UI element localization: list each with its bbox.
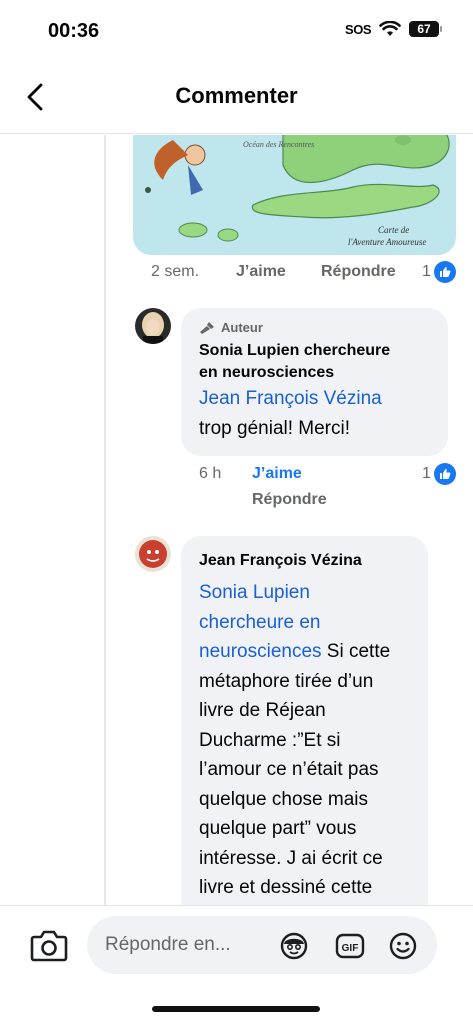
map-caption-line1: Carte de [378, 225, 409, 235]
comment-line: métaphore tirée d’un [199, 670, 374, 692]
map-caption-line2: l'Aventure Amoureuse [348, 237, 426, 247]
microphone-icon [200, 321, 214, 334]
author-badge: Auteur [199, 320, 430, 335]
reply-input-placeholder: Répondre en... [105, 934, 231, 955]
comments-thread: Océan des Rencontres Carte de l'Aventure… [0, 135, 473, 905]
comment-line: intéresse. J ai écrit ce [199, 847, 383, 869]
comment-bubble: Auteur Sonia Lupien chercheure en neuros… [181, 308, 448, 456]
svg-text:GIF: GIF [342, 943, 359, 954]
comment-actions: 6 h J’aime Répondre [0, 465, 473, 515]
avatar-sticker-icon[interactable] [279, 931, 309, 961]
comment-actions: 2 sem. J’aime Répondre [0, 263, 473, 287]
sos-indicator: SOS [345, 21, 371, 37]
author-name-line1: Sonia Lupien chercheure [199, 342, 391, 359]
wifi-icon [379, 21, 401, 36]
thumbs-up-icon [433, 261, 456, 283]
status-time: 00:36 [48, 20, 100, 42]
reaction-summary[interactable]: 1 [422, 261, 456, 283]
comment-composer: Répondre en... GIF [0, 905, 473, 1023]
emoji-icon[interactable] [388, 931, 418, 961]
reply-input[interactable]: Répondre en... GIF [87, 916, 437, 974]
battery-icon: 67 [409, 21, 442, 37]
avatar[interactable] [135, 536, 171, 572]
thread-line [104, 135, 106, 905]
comment-line: quelque part” vous [199, 818, 357, 839]
like-button[interactable]: J’aime [236, 263, 286, 281]
comment-line: quelque chose mais [199, 788, 368, 810]
header: Commenter [0, 60, 473, 134]
mention-line-1[interactable]: Sonia Lupien [199, 578, 410, 608]
comment-time: 2 sem. [151, 263, 200, 280]
comment-author-name[interactable]: Sonia Lupien chercheure en neurosciences [199, 340, 430, 384]
home-indicator [152, 1006, 320, 1012]
gif-icon[interactable]: GIF [335, 931, 365, 961]
map-illustration: Océan des Rencontres Carte de l'Aventure… [133, 135, 456, 255]
comment-line: livre et dessiné cette [199, 877, 373, 898]
comment-time: 6 h [199, 465, 222, 482]
author-name-line2: en neurosciences [199, 364, 335, 381]
reaction-summary[interactable]: 1 [422, 463, 456, 485]
comment-line: l’amour ce n’était pas [199, 759, 379, 780]
reaction-count: 1 [422, 263, 431, 280]
status-icons: SOS 67 [345, 21, 442, 37]
comment-body: trop génial! Merci! [199, 417, 351, 439]
comment-bubble: Jean François Vézina Sonia Lupien cherch… [181, 536, 428, 905]
reaction-count: 1 [422, 465, 431, 482]
reply-button[interactable]: Répondre [252, 491, 327, 509]
comment-line: Ducharme :”Et si [199, 729, 341, 751]
mention-line-3-row: neurosciences Si cette [199, 637, 410, 667]
mention-line-3[interactable]: neurosciences [199, 641, 322, 662]
mention-link[interactable]: Jean François Vézina [199, 384, 430, 414]
comment-image[interactable]: Océan des Rencontres Carte de l'Aventure… [133, 135, 456, 255]
like-button[interactable]: J’aime [252, 465, 302, 483]
page-title: Commenter [175, 83, 298, 108]
map-label-ocean: Océan des Rencontres [243, 140, 314, 149]
comment-text: Jean François Vézina trop génial! Merci! [199, 384, 430, 443]
author-badge-label: Auteur [221, 320, 263, 335]
status-bar: 00:36 SOS 67 [0, 0, 473, 60]
comment-author-name[interactable]: Jean François Vézina [199, 550, 410, 572]
thumbs-up-icon [433, 463, 456, 485]
comment-text: Sonia Lupien chercheure en neurosciences… [199, 578, 410, 903]
reply-button[interactable]: Répondre [321, 263, 396, 281]
text-after-mention: Si cette [321, 641, 391, 662]
mention-line-2[interactable]: chercheure en [199, 608, 410, 638]
avatar[interactable] [135, 308, 171, 344]
comment-line: livre de Réjean [199, 700, 326, 721]
camera-icon[interactable] [30, 928, 68, 962]
